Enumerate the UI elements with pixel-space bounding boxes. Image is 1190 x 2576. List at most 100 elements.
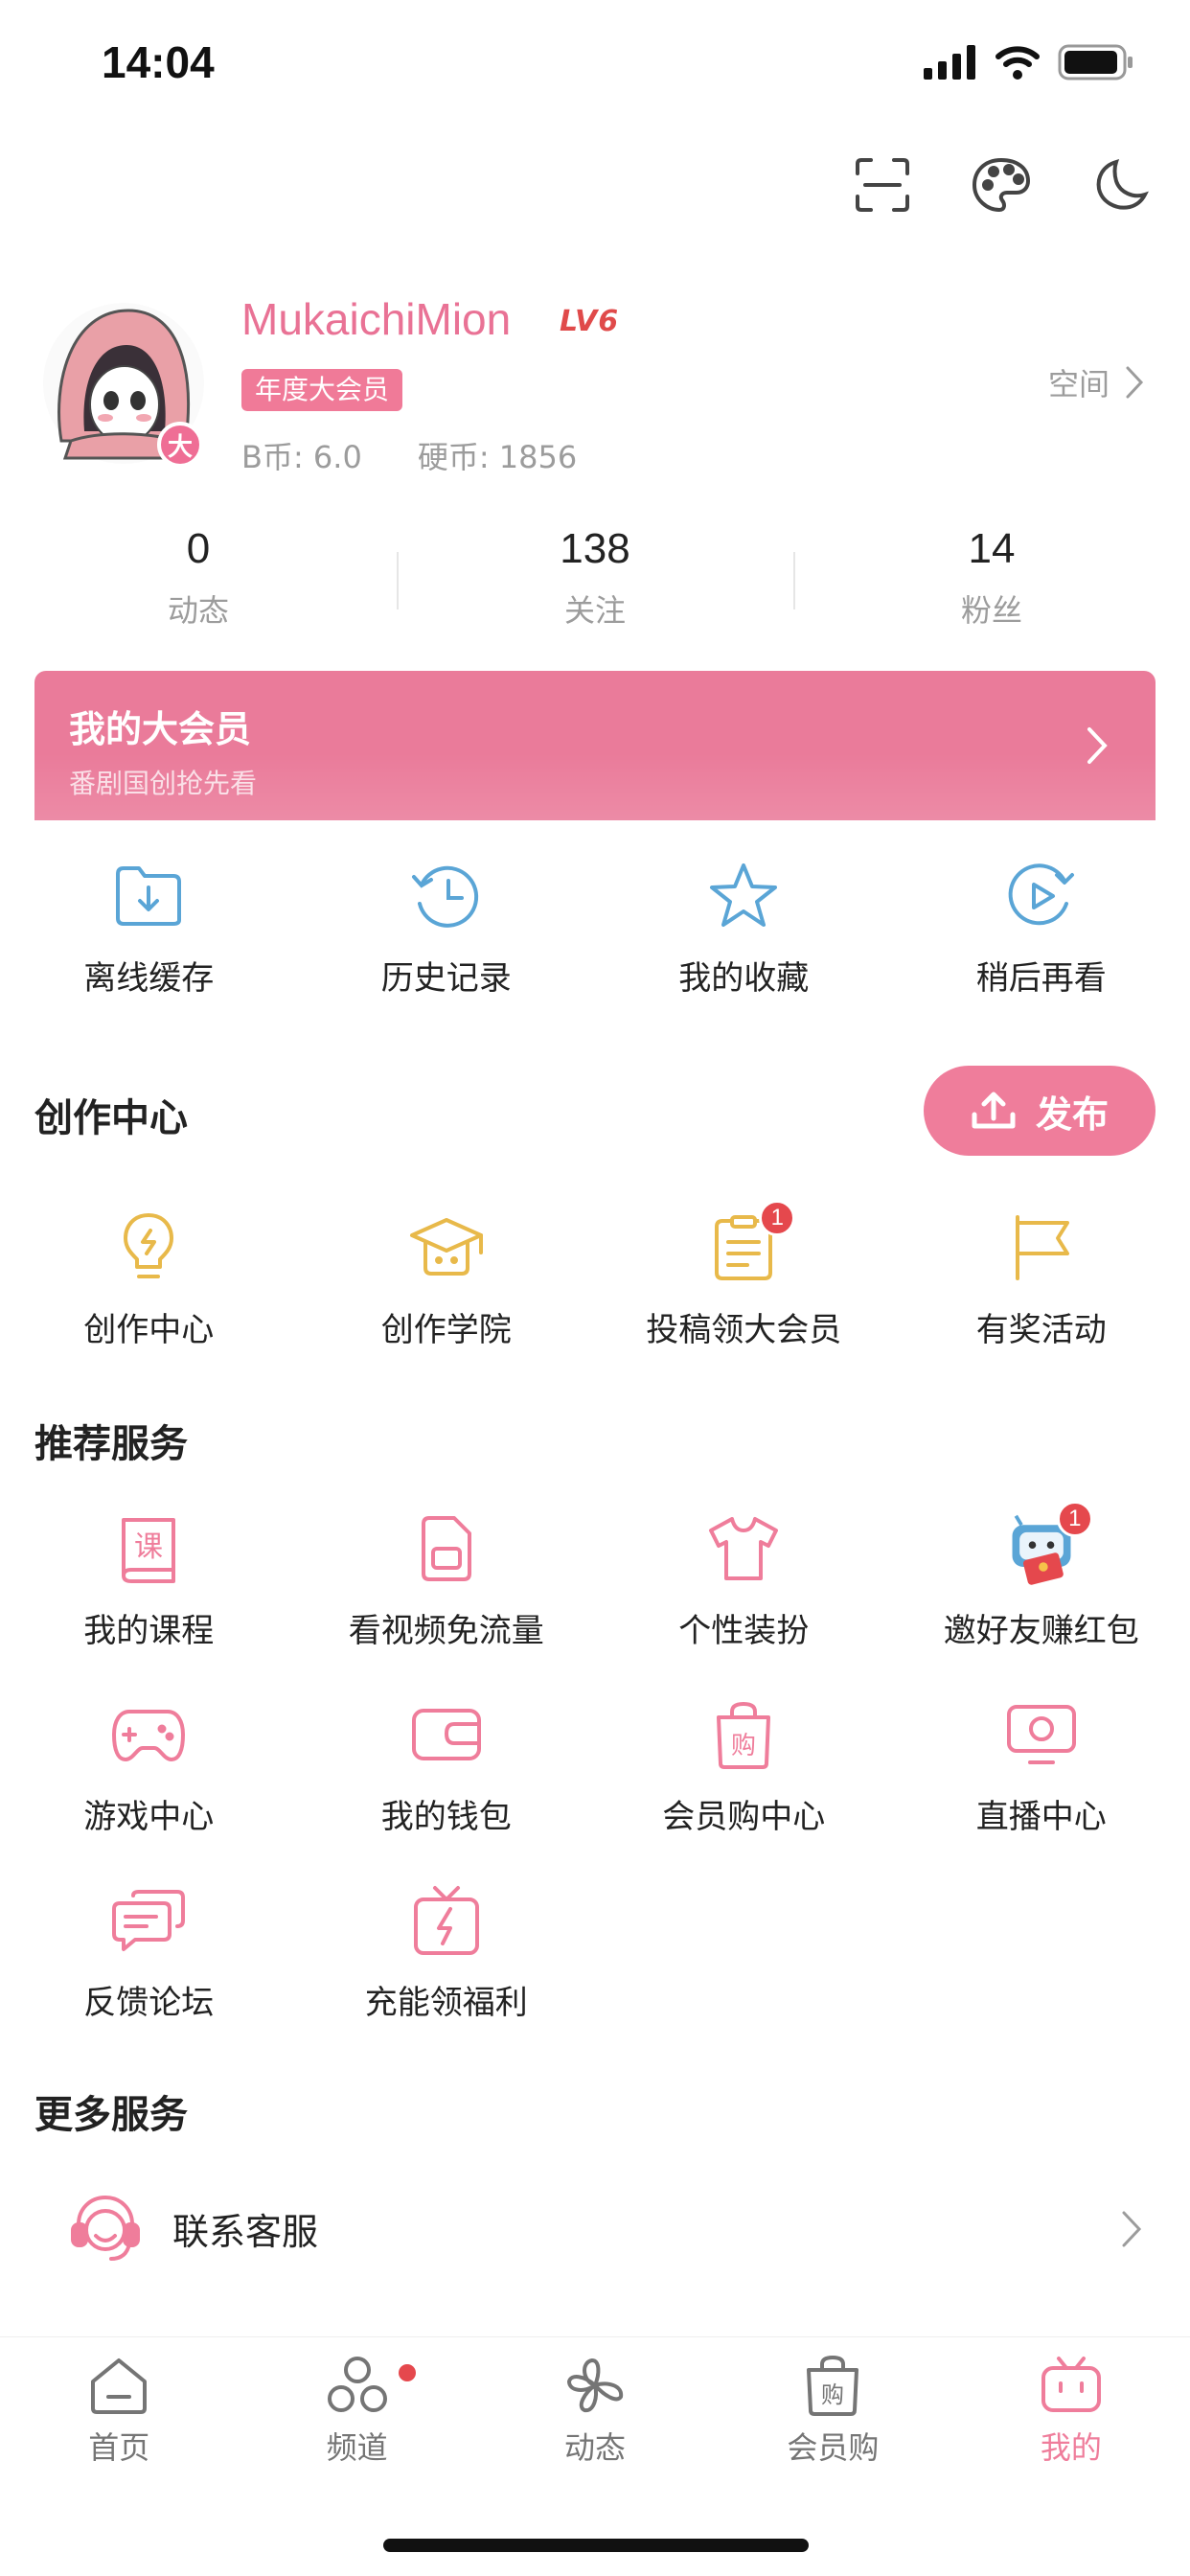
username[interactable]: MukaichiMion bbox=[241, 293, 511, 345]
vip-tag[interactable]: 年度大会员 bbox=[241, 369, 403, 411]
graduation-cap-icon bbox=[408, 1209, 485, 1286]
history-button[interactable]: 历史记录 bbox=[298, 858, 596, 999]
recommended-row-1: 课 我的课程 看视频免流量 个性装扮 1 邀好友赚红包 bbox=[0, 1501, 1190, 1651]
tshirt-icon bbox=[705, 1510, 782, 1587]
stat-posts[interactable]: 0 动态 bbox=[0, 525, 397, 640]
level-badge: LV6 bbox=[560, 305, 620, 338]
publish-button[interactable]: 发布 bbox=[924, 1066, 1156, 1156]
home-icon bbox=[91, 2358, 148, 2414]
more-services-title: 更多服务 bbox=[34, 2093, 188, 2137]
creation-section-title: 创作中心 bbox=[34, 1096, 188, 1140]
pinwheel-icon bbox=[567, 2358, 624, 2413]
stat-value: 14 bbox=[968, 525, 1016, 572]
clipboard-icon: 1 bbox=[705, 1200, 796, 1286]
scan-icon bbox=[856, 158, 909, 212]
free-data-button[interactable]: 看视频免流量 bbox=[298, 1510, 596, 1651]
watch-later-button[interactable]: 稍后再看 bbox=[893, 858, 1190, 999]
reward-activities-button[interactable]: 有奖活动 bbox=[893, 1209, 1190, 1350]
tab-label: 首页 bbox=[88, 2429, 150, 2466]
creation-center-button[interactable]: 创作中心 bbox=[0, 1209, 298, 1350]
vip-banner[interactable]: 我的大会员 番剧国创抢先看 bbox=[34, 671, 1156, 820]
theme-button[interactable] bbox=[970, 153, 1033, 217]
grid-label: 直播中心 bbox=[975, 1798, 1107, 1836]
home-indicator bbox=[383, 2539, 809, 2552]
gamepad-icon bbox=[110, 1696, 187, 1773]
game-center-button[interactable]: 游戏中心 bbox=[0, 1696, 298, 1837]
submit-for-vip-button[interactable]: 1 投稿领大会员 bbox=[595, 1200, 893, 1350]
grid-label: 创作学院 bbox=[380, 1311, 512, 1349]
offline-cache-button[interactable]: 离线缓存 bbox=[0, 858, 298, 999]
chevron-right-icon bbox=[1087, 727, 1108, 764]
grid-label: 历史记录 bbox=[380, 959, 512, 998]
flag-icon bbox=[1003, 1209, 1080, 1286]
grid-label: 我的钱包 bbox=[380, 1798, 512, 1836]
grid-label: 反馈论坛 bbox=[83, 1984, 215, 2022]
feedback-forum-button[interactable]: 反馈论坛 bbox=[0, 1882, 298, 2023]
vip-banner-title: 我的大会员 bbox=[69, 708, 252, 750]
invite-friends-button[interactable]: 1 邀好友赚红包 bbox=[893, 1501, 1190, 1651]
my-courses-button[interactable]: 课 我的课程 bbox=[0, 1510, 298, 1651]
battery-icon bbox=[1058, 44, 1133, 80]
charge-rewards-button[interactable]: 充能领福利 bbox=[298, 1882, 596, 2023]
space-link[interactable]: 空间 bbox=[1048, 360, 1144, 404]
favorites-button[interactable]: 我的收藏 bbox=[595, 858, 893, 999]
live-tv-icon bbox=[1003, 1696, 1080, 1773]
tab-vip-shop[interactable]: 购 会员购 bbox=[714, 2355, 951, 2491]
live-center-button[interactable]: 直播中心 bbox=[893, 1696, 1190, 1837]
gift-charge-icon bbox=[408, 1882, 485, 1959]
stat-followers[interactable]: 14 粉丝 bbox=[793, 525, 1190, 640]
notification-badge: 1 bbox=[1056, 1501, 1093, 1537]
personal-decoration-button[interactable]: 个性装扮 bbox=[595, 1510, 893, 1651]
grid-label: 创作中心 bbox=[83, 1311, 215, 1349]
course-book-icon: 课 bbox=[110, 1510, 187, 1587]
stat-following[interactable]: 138 关注 bbox=[397, 525, 793, 640]
wifi-icon bbox=[995, 46, 1040, 80]
headset-icon bbox=[71, 2195, 140, 2261]
tab-label: 会员购 bbox=[787, 2429, 880, 2466]
grid-label: 有奖活动 bbox=[975, 1311, 1107, 1349]
shop-glyph: 购 bbox=[821, 2381, 844, 2408]
channel-icon bbox=[327, 2357, 387, 2412]
my-wallet-button[interactable]: 我的钱包 bbox=[298, 1696, 596, 1837]
status-time: 14:04 bbox=[102, 37, 215, 87]
stat-label: 粉丝 bbox=[960, 592, 1022, 629]
notification-badge: 1 bbox=[759, 1200, 796, 1236]
shopping-bag-icon: 购 bbox=[807, 2355, 859, 2416]
space-link-label: 空间 bbox=[1047, 366, 1110, 402]
grid-label: 投稿领大会员 bbox=[646, 1311, 842, 1349]
recommended-row-2: 游戏中心 我的钱包 购 会员购中心 直播中心 bbox=[0, 1696, 1190, 1837]
upload-icon bbox=[972, 1092, 1016, 1129]
mascot-red-envelope-icon: 1 bbox=[1003, 1501, 1093, 1587]
top-toolbar bbox=[851, 153, 1152, 217]
night-mode-button[interactable] bbox=[1088, 153, 1152, 217]
shop-glyph: 购 bbox=[731, 1732, 756, 1760]
customer-service-row[interactable]: 联系客服 bbox=[0, 2175, 1190, 2281]
recommended-section-title: 推荐服务 bbox=[34, 1422, 188, 1466]
recommended-row-3: 反馈论坛 充能领福利 bbox=[0, 1882, 1190, 2023]
signal-icon bbox=[924, 45, 975, 80]
chevron-right-icon bbox=[1122, 2211, 1142, 2247]
stat-value: 138 bbox=[560, 525, 630, 572]
grid-label: 个性装扮 bbox=[678, 1612, 810, 1650]
bottom-tab-bar: 首页 频道 动态 购 会员购 我的 bbox=[0, 2336, 1190, 2576]
creation-row: 创作中心 创作学院 1 投稿领大会员 有奖活动 bbox=[0, 1200, 1190, 1350]
tab-dynamic[interactable]: 动态 bbox=[476, 2355, 714, 2491]
scan-button[interactable] bbox=[851, 153, 914, 217]
tab-home[interactable]: 首页 bbox=[0, 2355, 238, 2491]
tab-mine[interactable]: 我的 bbox=[952, 2355, 1190, 2491]
history-clock-icon bbox=[408, 858, 485, 934]
grid-label: 看视频免流量 bbox=[348, 1612, 544, 1650]
star-icon bbox=[705, 858, 782, 934]
tab-label: 频道 bbox=[326, 2429, 388, 2466]
creation-academy-button[interactable]: 创作学院 bbox=[298, 1209, 596, 1350]
quick-actions-row: 离线缓存 历史记录 我的收藏 稍后再看 bbox=[0, 858, 1190, 999]
coin-balance[interactable]: 硬币: 1856 bbox=[418, 439, 577, 475]
grid-label: 邀好友赚红包 bbox=[943, 1612, 1139, 1650]
vip-banner-subtitle: 番剧国创抢先看 bbox=[69, 768, 258, 799]
moon-icon bbox=[1096, 159, 1149, 210]
tab-channel[interactable]: 频道 bbox=[238, 2355, 475, 2491]
vip-shop-button[interactable]: 购 会员购中心 bbox=[595, 1696, 893, 1837]
stats-row: 0 动态 138 关注 14 粉丝 bbox=[0, 525, 1190, 640]
notification-dot bbox=[399, 2364, 417, 2381]
b-coin-balance[interactable]: B币: 6.0 bbox=[241, 439, 362, 475]
